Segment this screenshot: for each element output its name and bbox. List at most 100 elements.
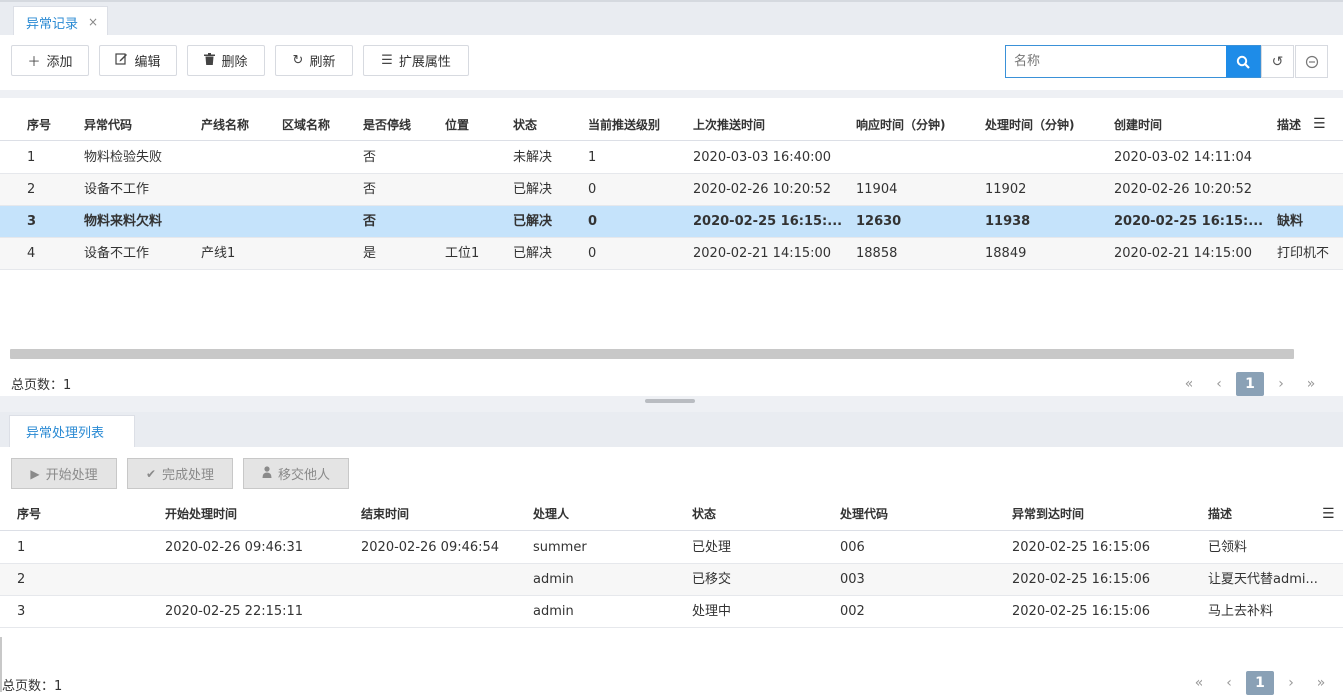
cell: 物料来料欠料 xyxy=(84,214,163,229)
table-row[interactable]: 2 设备不工作 否 已解决 0 2020-02-26 10:20:52 1190… xyxy=(0,174,1343,206)
col-header[interactable]: 序号 xyxy=(17,499,41,530)
cell: 已处理 xyxy=(692,540,732,555)
cell: 已移交 xyxy=(692,572,732,587)
col-header[interactable]: 位置 xyxy=(445,110,469,141)
cell: 1 xyxy=(17,540,26,555)
col-header[interactable]: 创建时间 xyxy=(1114,110,1162,141)
finish-label: 完成处理 xyxy=(162,468,215,483)
cell: 2020-02-25 16:15:... xyxy=(693,214,843,229)
last-page-button[interactable]: » xyxy=(1306,675,1336,691)
col-header[interactable]: 上次推送时间 xyxy=(693,110,765,141)
col-header[interactable]: 序号 xyxy=(27,110,51,141)
col-header[interactable]: 响应时间（分钟) xyxy=(856,110,946,141)
table-row[interactable]: 1 2020-02-26 09:46:31 2020-02-26 09:46:5… xyxy=(0,532,1343,564)
pagination: « ‹ 1 › » xyxy=(1184,671,1336,695)
tab-exception-records[interactable]: 异常记录 × xyxy=(13,6,108,37)
extended-properties-button[interactable]: ☰ 扩展属性 xyxy=(363,45,469,76)
cell: 2020-02-25 22:15:11 xyxy=(165,604,304,619)
col-header[interactable]: 描述 xyxy=(1208,499,1232,530)
col-header[interactable]: 是否停线 xyxy=(363,110,411,141)
table-row[interactable]: 2 admin 已移交 003 2020-02-25 16:15:06 让夏天代… xyxy=(0,564,1343,596)
menu-icon[interactable]: ☰ xyxy=(1322,506,1335,522)
delete-label: 删除 xyxy=(221,55,248,70)
cell: 2020-02-26 10:20:52 xyxy=(693,182,832,197)
search-box xyxy=(1005,45,1261,78)
grid-header: 序号 异常代码 产线名称 区域名称 是否停线 位置 状态 当前推送级别 上次推送… xyxy=(0,110,1343,141)
horizontal-scrollbar[interactable] xyxy=(10,349,1294,359)
cell: 002 xyxy=(840,604,865,619)
col-header[interactable]: 处理人 xyxy=(533,499,569,530)
refresh-button[interactable]: ↻ 刷新 xyxy=(275,45,353,76)
col-header[interactable]: 状态 xyxy=(513,110,537,141)
col-header[interactable]: 区域名称 xyxy=(282,110,330,141)
cell: 工位1 xyxy=(445,246,480,261)
col-header[interactable]: 处理时间（分钟) xyxy=(985,110,1075,141)
col-header[interactable]: 当前推送级别 xyxy=(588,110,660,141)
cell: 已解决 xyxy=(513,182,553,197)
play-icon: ▶ xyxy=(30,466,40,481)
col-header[interactable]: 描述 xyxy=(1277,110,1301,141)
transfer-label: 移交他人 xyxy=(277,468,330,483)
table-row[interactable]: 4 设备不工作 产线1 是 工位1 已解决 0 2020-02-21 14:15… xyxy=(0,238,1343,270)
cell: 2020-02-26 10:20:52 xyxy=(1114,182,1253,197)
col-header[interactable]: 异常代码 xyxy=(84,110,132,141)
cell: 设备不工作 xyxy=(84,246,150,261)
cell: 12630 xyxy=(856,214,902,229)
first-page-button[interactable]: « xyxy=(1174,376,1204,392)
reset-search-button[interactable]: ↺ xyxy=(1261,45,1294,78)
col-header[interactable]: 异常到达时间 xyxy=(1012,499,1084,530)
menu-icon[interactable]: ☰ xyxy=(1313,116,1326,132)
collapse-button[interactable] xyxy=(1295,45,1328,78)
grid2-header: 序号 开始处理时间 结束时间 处理人 状态 处理代码 异常到达时间 描述 ☰ xyxy=(0,499,1343,531)
delete-button[interactable]: 删除 xyxy=(187,45,265,76)
close-icon[interactable]: × xyxy=(88,15,98,29)
cell: 2 xyxy=(27,182,36,197)
table-row[interactable]: 1 物料检验失败 否 未解决 1 2020-03-03 16:40:00 202… xyxy=(0,142,1343,174)
first-page-button[interactable]: « xyxy=(1184,675,1214,691)
pagination: « ‹ 1 › » xyxy=(1174,372,1326,396)
last-page-button[interactable]: » xyxy=(1296,376,1326,392)
table-row-selected[interactable]: 3 物料来料欠料 否 已解决 0 2020-02-25 16:15:... 12… xyxy=(0,206,1343,238)
tab-exception-handling-list[interactable]: 异常处理列表 xyxy=(9,415,135,447)
cell: 2020-02-25 16:15:... xyxy=(1114,214,1264,229)
edit-button[interactable]: 编辑 xyxy=(99,45,177,76)
edit-label: 编辑 xyxy=(134,55,161,70)
plus-icon: ＋ xyxy=(27,55,41,70)
col-header[interactable]: 处理代码 xyxy=(840,499,888,530)
cell: 否 xyxy=(363,150,377,165)
transfer-button[interactable]: 移交他人 xyxy=(243,458,349,489)
main-toolbar: ＋ 添加 编辑 删除 ↻ 刷新 ☰ 扩展属性 ↺ xyxy=(0,35,1343,90)
col-header[interactable]: 结束时间 xyxy=(361,499,409,530)
complete-processing-button[interactable]: ✔ 完成处理 xyxy=(127,458,233,489)
cell: 2020-03-02 14:11:04 xyxy=(1114,150,1253,165)
cell: 已解决 xyxy=(513,246,553,261)
prev-page-button[interactable]: ‹ xyxy=(1214,675,1244,691)
page-number-button[interactable]: 1 xyxy=(1246,671,1274,695)
cell: admin xyxy=(533,604,574,619)
cell: 2020-02-26 09:46:54 xyxy=(361,540,500,555)
page-number-button[interactable]: 1 xyxy=(1236,372,1264,396)
add-label: 添加 xyxy=(46,55,73,70)
cell: 打印机不 xyxy=(1277,246,1330,261)
start-processing-button[interactable]: ▶ 开始处理 xyxy=(11,458,117,489)
table-row[interactable]: 3 2020-02-25 22:15:11 admin 处理中 002 2020… xyxy=(0,596,1343,628)
reset-icon: ↺ xyxy=(1271,53,1284,70)
next-page-button[interactable]: › xyxy=(1266,376,1296,392)
search-button[interactable] xyxy=(1226,46,1260,77)
cell: 否 xyxy=(363,214,377,229)
col-header[interactable]: 状态 xyxy=(692,499,716,530)
search-icon xyxy=(1236,55,1250,69)
col-header[interactable]: 开始处理时间 xyxy=(165,499,237,530)
search-input[interactable] xyxy=(1006,46,1227,77)
cell: 11902 xyxy=(985,182,1027,197)
cell: 2020-02-21 14:15:00 xyxy=(1114,246,1253,261)
next-page-button[interactable]: › xyxy=(1276,675,1306,691)
tab-label: 异常记录 xyxy=(26,16,79,32)
panel-splitter[interactable] xyxy=(645,399,695,403)
prev-page-button[interactable]: ‹ xyxy=(1204,376,1234,392)
add-button[interactable]: ＋ 添加 xyxy=(11,45,89,76)
refresh-label: 刷新 xyxy=(309,55,336,70)
cell: 已领料 xyxy=(1208,540,1248,555)
col-header[interactable]: 产线名称 xyxy=(201,110,249,141)
cell: 006 xyxy=(840,540,865,555)
